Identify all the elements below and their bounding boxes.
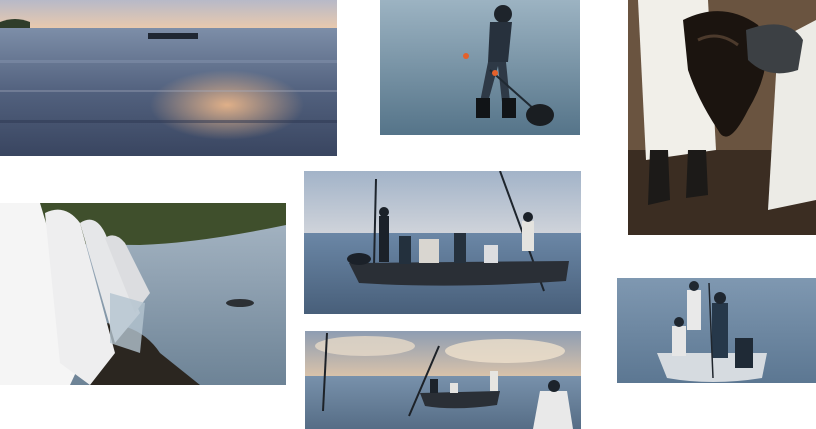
photo-crew-in-boat bbox=[304, 171, 581, 314]
photo-oily-hands bbox=[628, 0, 816, 235]
boat-cloudy-sky-image bbox=[305, 331, 581, 429]
boat-silhouette bbox=[148, 33, 198, 39]
cloud bbox=[315, 336, 415, 356]
oil-net bbox=[526, 104, 554, 126]
sunset-sea-image bbox=[0, 0, 337, 156]
wooden-boat bbox=[349, 261, 569, 286]
photo-worker-in-water bbox=[380, 0, 580, 135]
photo-workers-on-shore bbox=[0, 203, 286, 385]
worker-head bbox=[494, 5, 512, 23]
boot-icon bbox=[476, 98, 490, 118]
workers-on-shore-image bbox=[0, 203, 286, 385]
crew-in-boat-image bbox=[304, 171, 581, 314]
photo-boat-cloudy-sky bbox=[305, 331, 581, 429]
small-boat-image bbox=[617, 278, 816, 383]
worker-body bbox=[488, 22, 512, 62]
photo-sunset-sea bbox=[0, 0, 337, 156]
photo-small-boat bbox=[617, 278, 816, 383]
boat bbox=[420, 391, 500, 409]
collection-bag bbox=[110, 293, 145, 353]
oily-hands-image bbox=[628, 0, 816, 235]
worker-in-water-image bbox=[380, 0, 580, 135]
suit-worker bbox=[533, 391, 573, 429]
